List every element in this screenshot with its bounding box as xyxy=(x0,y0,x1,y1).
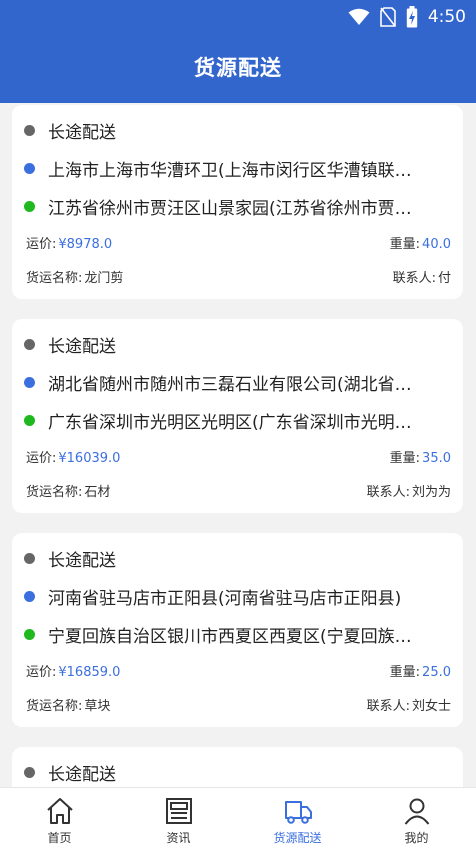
tab-shipping[interactable]: 货源配送 xyxy=(238,788,357,850)
weight: 重量: 25.0 xyxy=(388,661,451,680)
shipment-type: 长途配送 xyxy=(48,336,116,357)
shipment-card[interactable]: 长途配送 湖北省随州市随州市三磊石业有限公司(湖北省… 广东省深圳市光明区光明区… xyxy=(12,319,463,513)
shipment-type: 长途配送 xyxy=(48,550,116,571)
goods-value: 草块 xyxy=(84,698,111,714)
type-dot-icon xyxy=(24,766,35,778)
tab-label: 首页 xyxy=(47,831,72,845)
weight-label: 重量: xyxy=(389,664,421,680)
destination-row: 广东省深圳市光明区光明区(广东省深圳市光明… xyxy=(24,401,451,439)
price-value: ¥8978.0 xyxy=(58,236,113,252)
contact-value: 刘女士 xyxy=(411,698,451,714)
tab-home[interactable]: 首页 xyxy=(0,788,119,850)
user-icon xyxy=(402,796,432,826)
origin-row: 湖北省随州市随州市三磊石业有限公司(湖北省… xyxy=(24,363,451,401)
origin-address: 湖北省随州市随州市三磊石业有限公司(湖北省… xyxy=(48,374,412,395)
weight-value: 35.0 xyxy=(422,450,451,466)
contact-label: 联系人: xyxy=(366,484,410,500)
weight-value: 25.0 xyxy=(422,664,451,680)
goods-value: 石材 xyxy=(84,484,111,500)
price-label: 运价: xyxy=(26,450,57,466)
price-weight-row: 运价: ¥16039.0 重量: 35.0 xyxy=(24,439,451,473)
price-label: 运价: xyxy=(26,664,57,680)
tab-label: 资讯 xyxy=(166,831,191,845)
bottom-tab-bar: 首页 资讯 货源配送 我的 xyxy=(0,787,476,850)
shipment-card[interactable]: 长途配送 xyxy=(12,747,463,787)
tab-news[interactable]: 资讯 xyxy=(119,788,238,850)
contact: 联系人: 付 xyxy=(391,267,451,286)
shipment-card[interactable]: 长途配送 上海市上海市华漕环卫(上海市闵行区华漕镇联… 江苏省徐州市贾汪区山景家… xyxy=(12,105,463,299)
no-sim-icon xyxy=(380,7,396,27)
origin-row: 河南省驻马店市正阳县(河南省驻马店市正阳县) xyxy=(24,577,451,615)
status-bar: 4:50 xyxy=(348,4,466,30)
goods-label: 货运名称: xyxy=(26,270,83,286)
contact: 联系人: 刘女士 xyxy=(365,695,451,714)
shipment-type: 长途配送 xyxy=(48,764,116,785)
contact-value: 刘为为 xyxy=(411,484,451,500)
goods-contact-row: 货运名称: 草块 联系人: 刘女士 xyxy=(24,687,451,721)
goods-contact-row: 货运名称: 石材 联系人: 刘为为 xyxy=(24,473,451,507)
goods-label: 货运名称: xyxy=(26,698,83,714)
tab-label: 货源配送 xyxy=(273,831,322,845)
app-header: 4:50 货源配送 xyxy=(0,0,476,103)
battery-charging-icon xyxy=(406,6,418,28)
destination-address: 广东省深圳市光明区光明区(广东省深圳市光明… xyxy=(48,412,412,433)
home-icon xyxy=(45,796,75,826)
contact: 联系人: 刘为为 xyxy=(365,481,451,500)
truck-icon xyxy=(283,796,313,826)
weight: 重量: 40.0 xyxy=(388,233,451,252)
type-dot-icon xyxy=(24,338,35,350)
weight: 重量: 35.0 xyxy=(388,447,451,466)
price-weight-row: 运价: ¥16859.0 重量: 25.0 xyxy=(24,653,451,687)
weight-label: 重量: xyxy=(389,236,421,252)
shipment-type-row: 长途配送 xyxy=(24,325,451,363)
destination-row: 江苏省徐州市贾汪区山景家园(江苏省徐州市贾… xyxy=(24,187,451,225)
origin-address: 河南省驻马店市正阳县(河南省驻马店市正阳县) xyxy=(48,588,402,609)
goods: 货运名称: 草块 xyxy=(24,695,110,714)
price: 运价: ¥16039.0 xyxy=(24,447,120,466)
destination-dot-icon xyxy=(24,628,35,640)
tab-label: 我的 xyxy=(404,831,429,845)
weight-value: 40.0 xyxy=(422,236,451,252)
shipment-type-row: 长途配送 xyxy=(24,111,451,149)
goods-label: 货运名称: xyxy=(26,484,83,500)
contact-label: 联系人: xyxy=(366,698,410,714)
origin-dot-icon xyxy=(24,590,35,602)
clock: 4:50 xyxy=(427,7,466,27)
wifi-icon xyxy=(348,8,370,26)
goods-value: 龙门剪 xyxy=(84,270,124,286)
price: 运价: ¥8978.0 xyxy=(24,233,112,252)
tab-profile[interactable]: 我的 xyxy=(357,788,476,850)
type-dot-icon xyxy=(24,124,35,136)
origin-address: 上海市上海市华漕环卫(上海市闵行区华漕镇联… xyxy=(48,160,412,181)
price-weight-row: 运价: ¥8978.0 重量: 40.0 xyxy=(24,225,451,259)
origin-row: 上海市上海市华漕环卫(上海市闵行区华漕镇联… xyxy=(24,149,451,187)
shipment-card[interactable]: 长途配送 河南省驻马店市正阳县(河南省驻马店市正阳县) 宁夏回族自治区银川市西夏… xyxy=(12,533,463,727)
price-label: 运价: xyxy=(26,236,57,252)
shipment-type: 长途配送 xyxy=(48,122,116,143)
shipment-type-row: 长途配送 xyxy=(24,753,451,787)
destination-address: 宁夏回族自治区银川市西夏区西夏区(宁夏回族… xyxy=(48,626,412,647)
goods: 货运名称: 龙门剪 xyxy=(24,267,123,286)
destination-row: 宁夏回族自治区银川市西夏区西夏区(宁夏回族… xyxy=(24,615,451,653)
price: 运价: ¥16859.0 xyxy=(24,661,120,680)
origin-dot-icon xyxy=(24,162,35,174)
news-icon xyxy=(164,796,194,826)
goods: 货运名称: 石材 xyxy=(24,481,110,500)
type-dot-icon xyxy=(24,552,35,564)
destination-dot-icon xyxy=(24,200,35,212)
destination-dot-icon xyxy=(24,414,35,426)
goods-contact-row: 货运名称: 龙门剪 联系人: 付 xyxy=(24,259,451,293)
contact-value: 付 xyxy=(437,270,451,286)
price-value: ¥16859.0 xyxy=(58,664,121,680)
destination-address: 江苏省徐州市贾汪区山景家园(江苏省徐州市贾… xyxy=(48,198,412,219)
weight-label: 重量: xyxy=(389,450,421,466)
page-title: 货源配送 xyxy=(194,56,282,80)
origin-dot-icon xyxy=(24,376,35,388)
shipment-list[interactable]: 长途配送 上海市上海市华漕环卫(上海市闵行区华漕镇联… 江苏省徐州市贾汪区山景家… xyxy=(0,103,476,787)
shipment-type-row: 长途配送 xyxy=(24,539,451,577)
contact-label: 联系人: xyxy=(392,270,436,286)
price-value: ¥16039.0 xyxy=(58,450,121,466)
